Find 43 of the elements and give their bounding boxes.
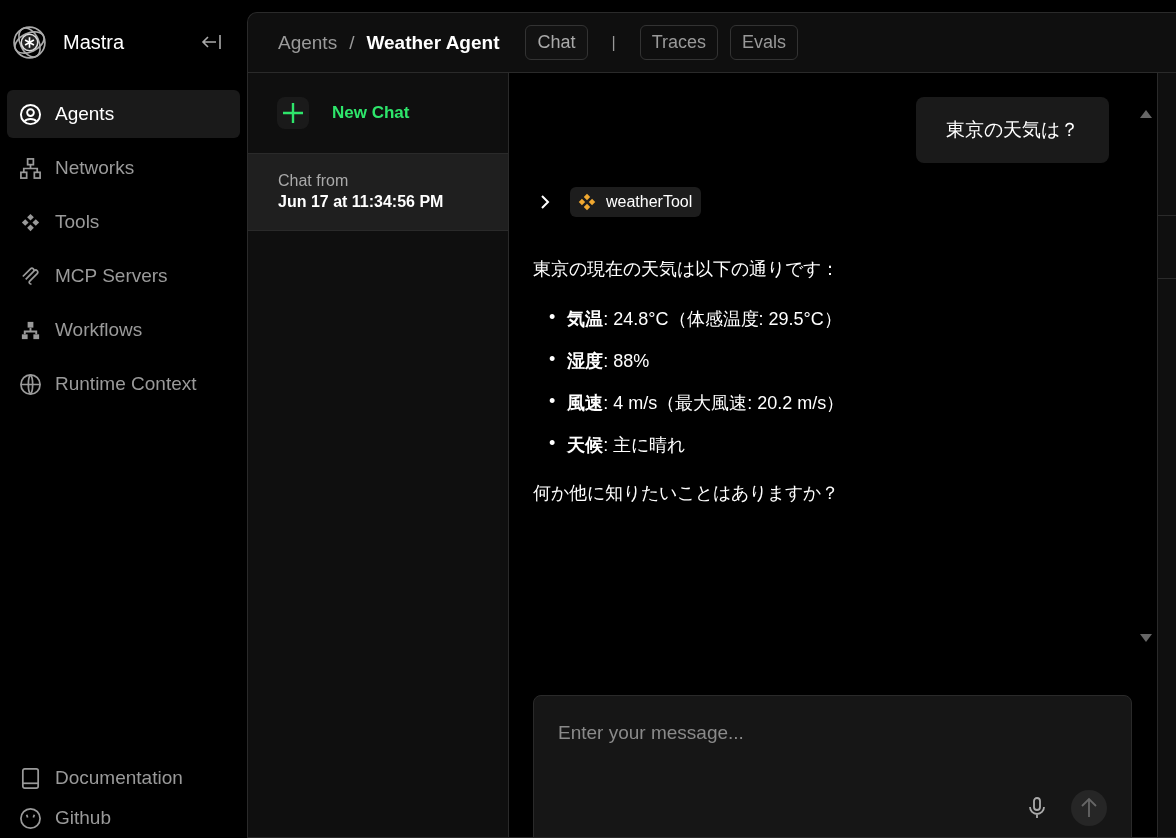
tab[interactable]: Chat <box>525 25 588 60</box>
list-item: 湿度: 88% <box>567 350 650 373</box>
book-icon <box>19 766 42 790</box>
list-item: 天候: 主に晴れ <box>567 434 686 457</box>
message-input[interactable]: Enter your message... <box>534 696 1131 766</box>
chat-thread-item[interactable]: Chat from Jun 17 at 11:34:56 PM <box>248 154 508 231</box>
bullet: • <box>549 307 556 329</box>
assistant-text: 東京の現在の天気は以下の通りです： <box>533 258 840 281</box>
send-button[interactable] <box>1071 790 1107 826</box>
scroll-up-icon[interactable] <box>1139 109 1153 119</box>
sidebar-link[interactable]: Documentation <box>7 758 240 798</box>
logo-icon <box>12 24 47 60</box>
bullet: • <box>549 349 556 371</box>
sidebar-item[interactable]: Agents <box>7 90 240 138</box>
user-message: 東京の天気は？ <box>916 97 1109 163</box>
assistant-text: 何か他に知りたいことはありますか？ <box>533 482 840 505</box>
sidebar-item[interactable]: MCP Servers <box>7 252 240 300</box>
scroll-down-icon[interactable] <box>1139 633 1153 643</box>
breadcrumb-separator: / <box>349 31 355 54</box>
tab[interactable]: Traces <box>639 25 718 60</box>
sidebar-item[interactable]: Networks <box>7 144 240 192</box>
user-circle-icon <box>19 102 42 126</box>
message-field[interactable]: Enter your message... <box>533 695 1132 837</box>
tool-call-badge[interactable]: weatherTool <box>570 187 702 217</box>
tab-separator: | <box>611 33 616 52</box>
network-icon <box>19 156 42 180</box>
bullet: • <box>549 433 556 455</box>
sidebar-link[interactable]: Github <box>7 798 240 838</box>
tab[interactable]: Evals <box>730 25 798 60</box>
page-title: Weather Agent <box>366 31 500 54</box>
sidebar-item[interactable]: Workflows <box>7 306 240 354</box>
diamonds-icon <box>576 191 598 213</box>
sidebar-item[interactable]: Runtime Context <box>7 360 240 408</box>
plus-icon <box>277 97 309 129</box>
bullet: • <box>549 391 556 413</box>
brand-name: Mastra <box>63 30 126 54</box>
list-item: 風速: 4 m/s（最大風速: 20.2 m/s） <box>567 392 845 415</box>
collapse-sidebar-icon[interactable] <box>200 33 222 51</box>
sidebar-item[interactable]: Tools <box>7 198 240 246</box>
globe-icon <box>19 372 42 396</box>
list-item: 気温: 24.8°C（体感温度: 29.5°C） <box>567 308 842 331</box>
breadcrumb-link[interactable]: Agents <box>278 31 338 54</box>
chevron-right-icon[interactable] <box>540 194 550 210</box>
